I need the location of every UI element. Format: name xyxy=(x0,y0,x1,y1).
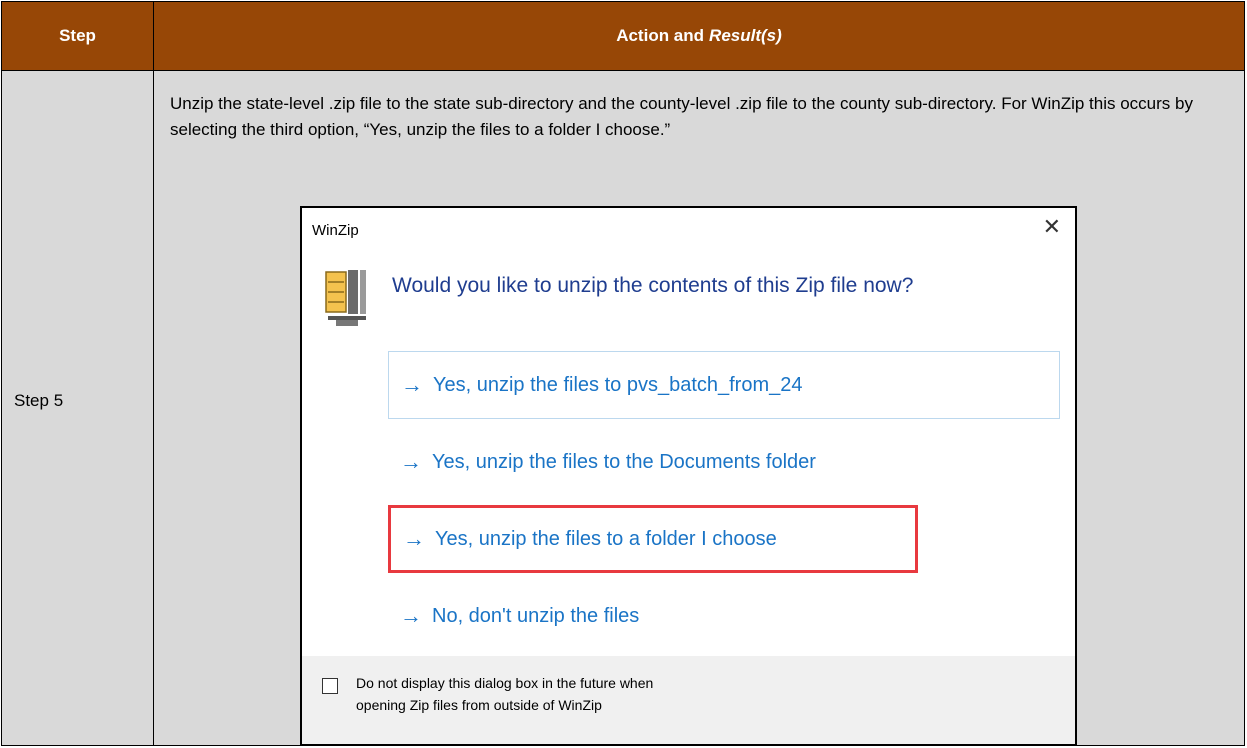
checkbox-label-line-1: Do not display this dialog box in the fu… xyxy=(356,675,654,691)
arrow-right-icon: → xyxy=(400,449,422,474)
header-action: Action and Result(s) xyxy=(154,2,1244,70)
checkbox-label-line-2: opening Zip files from outside of WinZip xyxy=(356,697,602,713)
arrow-right-icon: → xyxy=(403,526,425,551)
table-row: Step 5 Unzip the state-level .zip file t… xyxy=(2,71,1244,746)
header-action-text: Action and xyxy=(616,26,705,45)
dialog-question: Would you like to unzip the contents of … xyxy=(392,274,914,297)
option-dont-unzip[interactable]: → No, don't unzip the files xyxy=(388,582,1060,650)
header-action-result: Result(s) xyxy=(709,26,782,45)
option-unzip-to-chosen-folder[interactable]: → Yes, unzip the files to a folder I cho… xyxy=(388,505,918,573)
option-unzip-to-documents[interactable]: → Yes, unzip the files to the Documents … xyxy=(388,428,1060,496)
do-not-display-checkbox[interactable] xyxy=(322,678,338,694)
dialog-footer: Do not display this dialog box in the fu… xyxy=(302,656,1075,744)
table-header-row: Step Action and Result(s) xyxy=(2,2,1244,71)
instruction-table: Step Action and Result(s) Step 5 Unzip t… xyxy=(1,1,1245,746)
step-label: Step 5 xyxy=(14,391,64,410)
arrow-right-icon: → xyxy=(400,603,422,628)
option-label: Yes, unzip the files to the Documents fo… xyxy=(432,450,816,473)
action-cell: Unzip the state-level .zip file to the s… xyxy=(154,71,1244,746)
checkbox-label: Do not display this dialog box in the fu… xyxy=(356,672,916,716)
instruction-text: Unzip the state-level .zip file to the s… xyxy=(170,94,1193,139)
step-cell: Step 5 xyxy=(2,71,154,745)
header-step: Step xyxy=(2,2,154,70)
winzip-dialog: WinZip ✕ Would you like to unzip the con… xyxy=(300,206,1077,746)
option-unzip-to-pvs-batch[interactable]: → Yes, unzip the files to pvs_batch_from… xyxy=(388,351,1060,419)
option-label: No, don't unzip the files xyxy=(432,604,640,627)
option-label: Yes, unzip the files to a folder I choos… xyxy=(435,527,777,550)
dialog-title: WinZip xyxy=(312,222,359,239)
option-label: Yes, unzip the files to pvs_batch_from_2… xyxy=(433,373,803,396)
winzip-vise-icon xyxy=(325,270,366,326)
arrow-right-icon: → xyxy=(401,372,423,397)
close-icon[interactable]: ✕ xyxy=(1043,214,1061,240)
